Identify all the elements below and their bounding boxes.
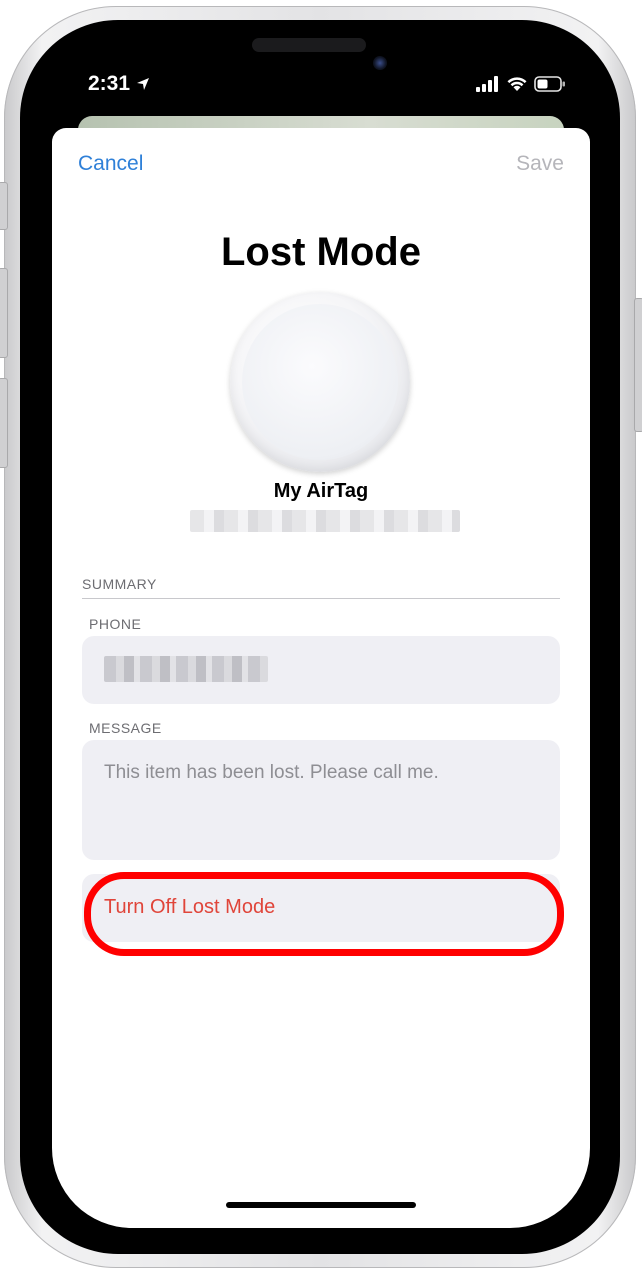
earpiece-speaker (252, 38, 366, 52)
power-button (634, 298, 642, 432)
wifi-icon (507, 77, 527, 91)
device-subtitle-redacted: redacted (190, 510, 460, 532)
phone-field[interactable]: redacted (82, 636, 560, 704)
volume-up-button (0, 268, 8, 358)
message-label: MESSAGE (89, 720, 162, 736)
turn-off-lost-mode-label: Turn Off Lost Mode (104, 896, 276, 918)
phone-value-redacted: redacted (104, 656, 268, 682)
save-button[interactable]: Save (516, 152, 564, 176)
airtag-face (242, 304, 398, 460)
message-field[interactable]: This item has been lost. Please call me. (82, 740, 560, 860)
silent-switch (0, 182, 8, 230)
cancel-button[interactable]: Cancel (78, 152, 143, 176)
location-arrow-icon (137, 78, 150, 90)
status-time-text: 2:31 (88, 72, 131, 95)
turn-off-lost-mode-button[interactable]: Turn Off Lost Mode (82, 874, 560, 942)
home-indicator[interactable] (226, 1202, 416, 1208)
phone-label: PHONE (89, 616, 142, 632)
page-title: Lost Mode (221, 230, 421, 274)
airtag-image (230, 292, 410, 472)
device-name: My AirTag (273, 480, 369, 502)
lost-mode-sheet: Cancel Save Lost Mode My AirTag redacted… (52, 128, 590, 1228)
summary-divider (82, 598, 560, 599)
cellular-signal-icon (476, 76, 498, 92)
battery-icon (534, 76, 565, 92)
volume-down-button (0, 378, 8, 468)
status-bar-time: 2:31 (88, 72, 150, 96)
status-bar-indicators (476, 76, 566, 92)
front-camera (373, 56, 387, 70)
summary-header: SUMMARY (82, 576, 157, 592)
message-text: This item has been lost. Please call me. (104, 762, 439, 783)
